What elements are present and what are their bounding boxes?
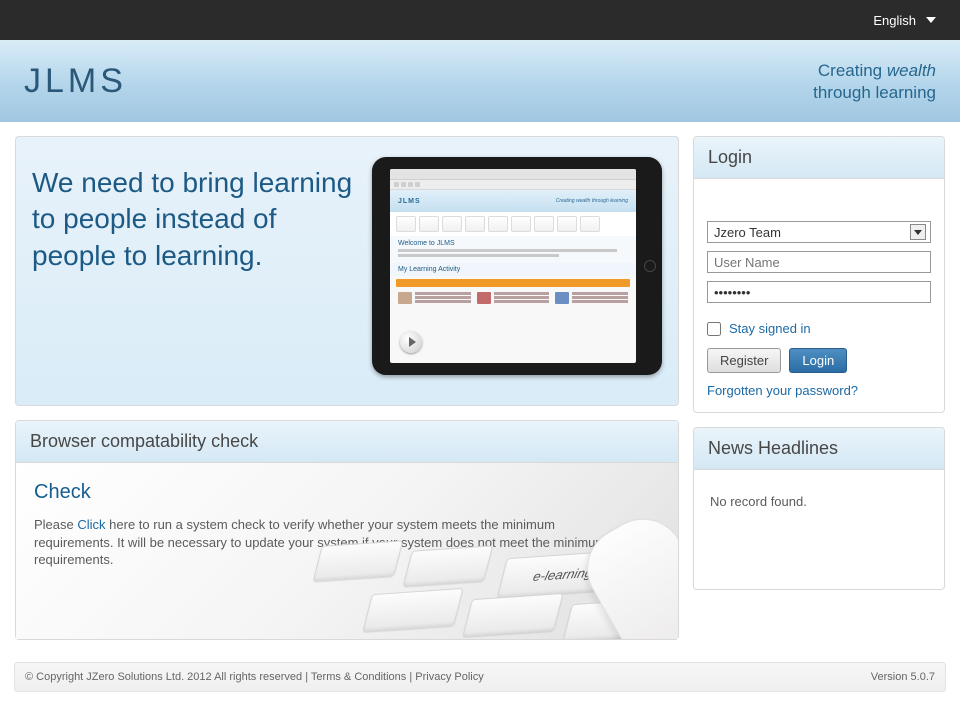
mini-logo: JLMS <box>398 198 421 205</box>
play-icon[interactable] <box>400 331 422 353</box>
compat-header: Browser compatability check <box>16 421 678 463</box>
forgot-password-link[interactable]: Forgotten your password? <box>707 383 858 398</box>
compat-text: Please Click here to run a system check … <box>34 516 634 569</box>
tagline: Creating wealth through learning <box>813 60 936 103</box>
login-header: Login <box>694 137 944 179</box>
language-label: English <box>873 13 916 28</box>
login-panel: Login Jzero Team Stay signed in Register… <box>693 136 945 413</box>
tablet-illustration: JLMS Creating wealth through learning We… <box>372 157 662 375</box>
topbar: English <box>0 0 960 40</box>
news-panel: News Headlines No record found. <box>693 427 945 590</box>
password-input[interactable] <box>707 281 931 303</box>
mini-welcome-title: Welcome to JLMS <box>398 240 628 247</box>
terms-link[interactable]: Terms & Conditions <box>311 671 406 683</box>
hero-text: We need to bring learning to people inst… <box>32 157 358 274</box>
team-select-value: Jzero Team <box>714 225 781 240</box>
tagline-part1: Creating <box>818 61 887 80</box>
chevron-down-icon <box>910 224 926 240</box>
chevron-down-icon <box>926 17 936 23</box>
footer-copyright: © Copyright JZero Solutions Ltd. 2012 Al… <box>25 671 302 683</box>
privacy-link[interactable]: Privacy Policy <box>415 671 483 683</box>
hero-panel: We need to bring learning to people inst… <box>15 136 679 406</box>
mini-tagline: Creating wealth through learning <box>556 198 628 204</box>
mini-activity-header: My Learning Activity <box>390 263 636 276</box>
logo: JLMS <box>24 62 127 101</box>
login-button[interactable]: Login <box>789 348 847 373</box>
stay-signed-checkbox[interactable] <box>707 322 721 336</box>
compat-panel: Browser compatability check Check Please… <box>15 420 679 640</box>
language-selector[interactable]: English <box>873 13 936 28</box>
tagline-part2: through learning <box>813 82 936 103</box>
footer-version: Version 5.0.7 <box>871 671 935 683</box>
compat-title: Check <box>34 481 660 504</box>
site-header: JLMS Creating wealth through learning <box>0 40 960 122</box>
tagline-wealth: wealth <box>887 61 936 80</box>
username-input[interactable] <box>707 251 931 273</box>
news-header: News Headlines <box>694 428 944 470</box>
stay-signed-label: Stay signed in <box>729 321 811 336</box>
footer: © Copyright JZero Solutions Ltd. 2012 Al… <box>14 662 946 692</box>
team-select[interactable]: Jzero Team <box>707 221 931 243</box>
compat-click-link[interactable]: Click <box>77 517 105 532</box>
news-empty: No record found. <box>694 470 944 589</box>
register-button[interactable]: Register <box>707 348 781 373</box>
